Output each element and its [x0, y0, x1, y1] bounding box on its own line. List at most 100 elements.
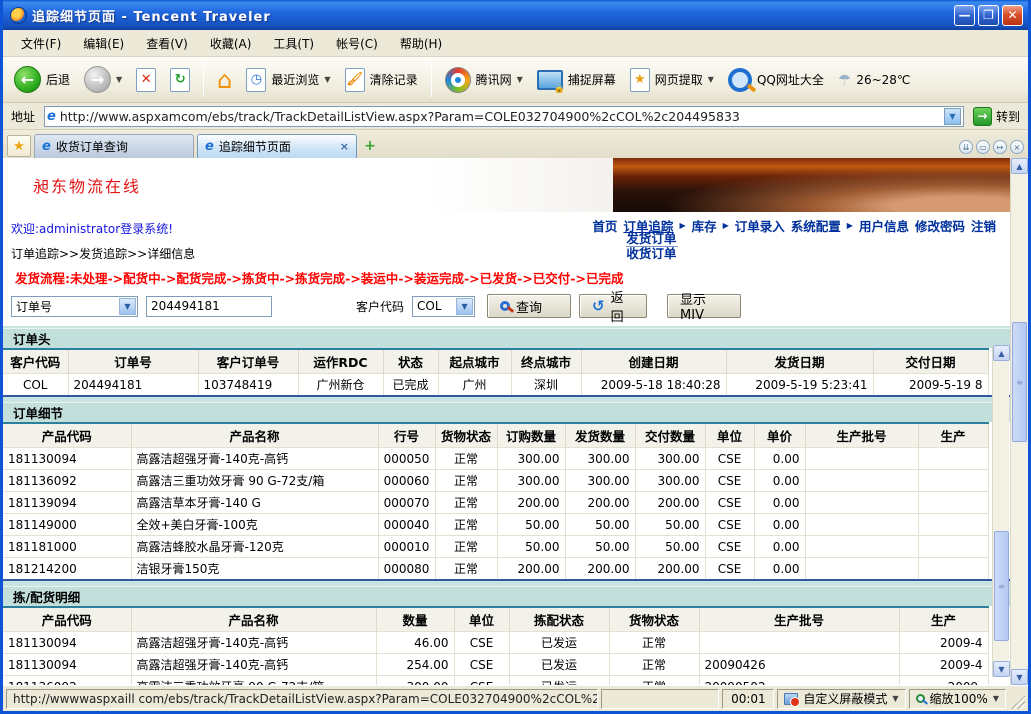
order-field-value: 订单号 — [12, 298, 118, 315]
nav-logout[interactable]: 注销 — [971, 216, 996, 235]
back-icon: ← — [14, 66, 41, 93]
go-button[interactable]: → 转到 — [969, 107, 1024, 126]
qq-nav-button[interactable]: QQ网址大全 — [723, 66, 829, 94]
favorites-button[interactable]: ★ — [7, 135, 31, 157]
forward-dropdown-icon[interactable]: ▼ — [116, 75, 122, 84]
breadcrumb: 订单追踪>>发货追踪>>详细信息 — [3, 237, 1010, 264]
capture-screen-button[interactable]: 捕捉屏幕 — [532, 68, 621, 92]
column-header: 发货日期 — [726, 349, 873, 374]
zoom-control[interactable]: 缩放100% ▼ — [909, 689, 1006, 709]
table-cell: 300.00 — [565, 448, 635, 470]
address-input[interactable]: e http://www.aspxamcom/ebs/track/TrackDe… — [44, 106, 964, 127]
customer-code-select[interactable]: COL ▼ — [412, 296, 475, 317]
pick-detail-section-title: 拣/配货明细 — [3, 586, 1010, 606]
return-button[interactable]: ↺ 返回 — [579, 294, 647, 318]
scroll-track[interactable]: ≡ — [1011, 174, 1028, 669]
portal-dropdown-icon[interactable]: ▼ — [517, 75, 523, 84]
subnav-receive-order[interactable]: 收货订单 — [626, 247, 678, 261]
pin-button[interactable]: ↦ — [993, 140, 1007, 154]
zoom-dropdown-icon[interactable]: ▼ — [993, 694, 999, 703]
web-extract-button[interactable]: ★ 网页提取 ▼ — [625, 66, 719, 94]
table-cell: 正常 — [435, 470, 497, 492]
minimize-button[interactable]: — — [954, 5, 975, 26]
toolbar-separator — [203, 63, 204, 97]
scroll-up-icon[interactable]: ▲ — [993, 345, 1010, 361]
clear-label: 清除记录 — [370, 71, 418, 88]
tab-close-icon[interactable]: × — [340, 140, 349, 153]
nav-order-entry[interactable]: 订单录入 — [735, 216, 785, 235]
nav-system-config[interactable]: 系统配置 — [791, 216, 841, 235]
query-button[interactable]: 查询 — [487, 294, 571, 318]
new-tab-button[interactable]: + — [360, 136, 380, 156]
table-cell — [805, 492, 918, 514]
table-cell: COL — [3, 374, 68, 396]
tab-receive-order-query[interactable]: e 收货订单查询 — [34, 134, 194, 158]
home-button[interactable]: ⌂ — [212, 64, 237, 96]
nav-user-info[interactable]: 用户信息 — [859, 216, 909, 235]
menu-account[interactable]: 帐号(C) — [326, 32, 388, 55]
stop-button[interactable]: ✕ — [131, 66, 161, 94]
show-miv-button[interactable]: 显示 MIV — [667, 294, 741, 318]
scroll-thumb[interactable]: ≡ — [1012, 322, 1027, 442]
forward-button[interactable]: → ▼ — [79, 64, 127, 95]
address-label: 地址 — [7, 108, 39, 125]
order-header-section-title: 订单头 — [3, 328, 1010, 348]
nav-change-password[interactable]: 修改密码 — [915, 216, 965, 235]
scroll-thumb[interactable]: ≡ — [994, 531, 1009, 641]
scroll-track[interactable]: ≡ — [993, 361, 1009, 661]
refresh-button[interactable]: ↻ — [165, 66, 195, 94]
scroll-down-icon[interactable]: ▼ — [993, 661, 1010, 677]
menu-edit[interactable]: 编辑(E) — [73, 32, 134, 55]
address-url: http://www.aspxamcom/ebs/track/TrackDeta… — [60, 109, 940, 124]
table-cell: 正常 — [435, 558, 497, 580]
resize-grip[interactable] — [1011, 695, 1025, 709]
table-cell: 0.00 — [754, 492, 805, 514]
ie-page-icon: e — [42, 139, 51, 154]
table-row: 181139094高露洁草本牙膏-140 G000070正常200.00200.… — [3, 492, 988, 514]
subnav-ship-order[interactable]: 发货订单 — [626, 232, 678, 247]
select-dropdown-icon[interactable]: ▼ — [119, 298, 136, 315]
page-scrollbar[interactable]: ▲ ≡ ▼ — [992, 345, 1009, 677]
menu-help[interactable]: 帮助(H) — [390, 32, 452, 55]
tab-list-button[interactable]: ⇊ — [959, 140, 973, 154]
qq-portal-button[interactable]: 腾讯网 ▼ — [440, 65, 528, 95]
nav-home[interactable]: 首页 — [592, 216, 617, 235]
menu-view[interactable]: 查看(V) — [136, 32, 198, 55]
window-title: 追踪细节页面 - Tencent Traveler — [32, 6, 951, 25]
select-dropdown-icon[interactable]: ▼ — [456, 298, 473, 315]
table-cell: 已发运 — [509, 632, 609, 654]
menu-favorites[interactable]: 收藏(A) — [200, 32, 262, 55]
stop-icon: ✕ — [136, 68, 156, 92]
scroll-down-icon[interactable]: ▼ — [1011, 669, 1028, 685]
close-pane-button[interactable]: × — [1010, 140, 1024, 154]
back-button[interactable]: ← 后退 — [9, 64, 75, 95]
column-header: 生产 — [918, 423, 988, 448]
restore-pane-button[interactable]: ▭ — [976, 140, 990, 154]
tab-track-detail[interactable]: e 追踪细节页面 × — [197, 134, 357, 158]
table-cell: 高露洁草本牙膏-140 G — [131, 492, 378, 514]
menu-tools[interactable]: 工具(T) — [263, 32, 324, 55]
maximize-button[interactable]: ❐ — [978, 5, 999, 26]
site-logo-text: 昶东物流在线 — [33, 173, 141, 197]
order-number-input[interactable] — [146, 296, 272, 317]
block-mode-control[interactable]: 自定义屏蔽模式 ▼ — [777, 689, 905, 709]
weather-widget[interactable]: ☂ 26~28℃ — [833, 69, 916, 91]
table-cell: CSE — [454, 632, 509, 654]
clear-history-button[interactable]: 🖌 清除记录 — [340, 66, 423, 94]
extract-dropdown-icon[interactable]: ▼ — [708, 75, 714, 84]
go-label: 转到 — [996, 108, 1020, 125]
menu-file[interactable]: 文件(F) — [11, 32, 71, 55]
nav-inventory[interactable]: 库存 — [692, 216, 717, 235]
web-page: 昶东物流在线 欢迎:administrator登录系统! 首页 订单追踪 ▶ 库… — [3, 158, 1010, 685]
browser-content: 昶东物流在线 欢迎:administrator登录系统! 首页 订单追踪 ▶ 库… — [3, 158, 1028, 685]
close-button[interactable]: ✕ — [1002, 5, 1023, 26]
table-cell: CSE — [705, 536, 754, 558]
block-mode-dropdown-icon[interactable]: ▼ — [892, 694, 898, 703]
scroll-up-icon[interactable]: ▲ — [1011, 158, 1028, 174]
address-dropdown-icon[interactable]: ▼ — [944, 108, 961, 125]
recent-dropdown-icon[interactable]: ▼ — [324, 75, 330, 84]
order-field-select[interactable]: 订单号 ▼ — [11, 296, 138, 317]
recent-history-button[interactable]: ◷ 最近浏览 ▼ — [241, 66, 335, 94]
table-cell: 300.00 — [376, 676, 454, 686]
browser-scrollbar[interactable]: ▲ ≡ ▼ — [1010, 158, 1028, 685]
